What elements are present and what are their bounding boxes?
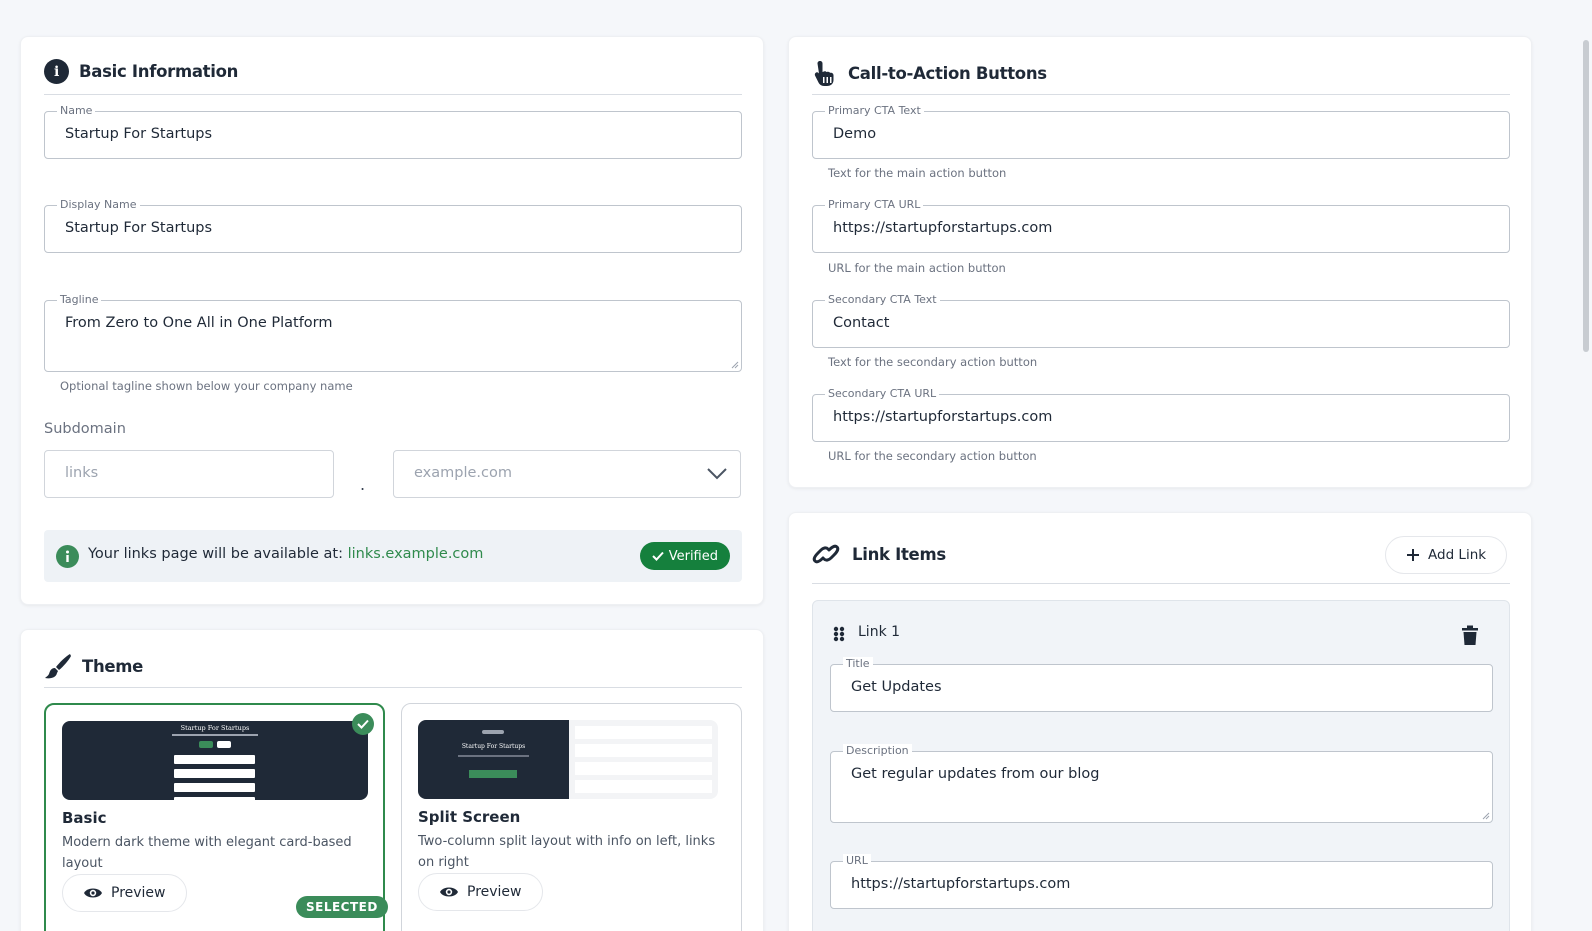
- primary-cta-text-value: Demo: [833, 126, 877, 142]
- section-title: Basic Information: [79, 62, 239, 81]
- primary-cta-text-field[interactable]: Primary CTA Text Demo: [812, 104, 1510, 159]
- secondary-cta-url-field[interactable]: Secondary CTA URL https://startupforstar…: [812, 387, 1510, 442]
- plus-icon: [1407, 549, 1419, 561]
- availability-url[interactable]: links.example.com: [348, 546, 484, 562]
- availability-text: Your links page will be available at: li…: [88, 546, 484, 562]
- selected-badge: SELECTED: [296, 896, 388, 918]
- check-icon: [652, 551, 664, 561]
- basic-information-header: i Basic Information: [44, 59, 238, 84]
- display-name-label: Display Name: [57, 198, 140, 212]
- info-icon: i: [44, 59, 69, 84]
- link-title-label: Title: [843, 657, 873, 671]
- theme-card: Theme Startup For Startups Basic Modern …: [20, 629, 764, 931]
- trash-icon[interactable]: [1461, 625, 1479, 646]
- primary-cta-text-label: Primary CTA Text: [825, 104, 924, 118]
- theme-option-basic[interactable]: Startup For Startups Basic Modern dark t…: [44, 703, 388, 931]
- secondary-cta-url-value: https://startupforstartups.com: [833, 409, 1053, 425]
- cta-card: Call-to-Action Buttons Primary CTA Text …: [788, 36, 1532, 488]
- resize-handle-icon[interactable]: [1482, 812, 1490, 820]
- section-title: Call-to-Action Buttons: [848, 63, 1047, 83]
- preview-button[interactable]: Preview: [418, 873, 543, 911]
- theme-option-split-screen[interactable]: Startup For Startups Split Screen Two-co…: [401, 703, 742, 931]
- drag-handle-icon[interactable]: [833, 626, 845, 642]
- display-name-value: Startup For Startups: [65, 220, 213, 236]
- secondary-cta-text-helper: Text for the secondary action button: [828, 355, 1038, 369]
- link-items-card: Link Items Add Link Link 1 Title Get Upd…: [788, 512, 1532, 931]
- secondary-cta-text-field[interactable]: Secondary CTA Text Contact: [812, 293, 1510, 348]
- theme-name: Split Screen: [418, 808, 521, 826]
- link-items-header: Link Items: [810, 541, 946, 567]
- tagline-field[interactable]: Tagline From Zero to One All in One Plat…: [44, 293, 742, 372]
- theme-header: Theme: [44, 652, 143, 680]
- subdomain-placeholder: links: [65, 465, 99, 481]
- section-title: Theme: [82, 656, 144, 676]
- secondary-cta-url-helper: URL for the secondary action button: [828, 449, 1037, 463]
- paint-brush-icon: [45, 654, 71, 679]
- subdomain-label: Subdomain: [44, 421, 126, 437]
- preview-button[interactable]: Preview: [62, 874, 187, 912]
- subdomain-separator: .: [360, 475, 366, 494]
- link-heading: Link 1: [858, 624, 901, 640]
- divider: [812, 94, 1510, 95]
- primary-cta-url-value: https://startupforstartups.com: [833, 220, 1053, 236]
- domain-select[interactable]: example.com: [393, 450, 741, 498]
- add-link-button[interactable]: Add Link: [1385, 536, 1508, 574]
- eye-icon: [84, 888, 102, 898]
- selected-check-icon: [352, 713, 374, 735]
- secondary-cta-url-label: Secondary CTA URL: [825, 387, 940, 401]
- verified-badge: Verified: [639, 542, 730, 570]
- theme-description: Modern dark theme with elegant card-base…: [62, 835, 352, 871]
- name-value: Startup For Startups: [65, 126, 213, 142]
- subdomain-input[interactable]: links: [44, 450, 334, 498]
- tagline-helper: Optional tagline shown below your compan…: [60, 379, 353, 393]
- primary-cta-url-field[interactable]: Primary CTA URL https://startupforstartu…: [812, 198, 1510, 253]
- eye-icon: [440, 887, 458, 897]
- link-description-label: Description: [843, 744, 912, 758]
- link-url-label: URL: [843, 854, 871, 868]
- scrollbar-thumb[interactable]: [1583, 40, 1589, 352]
- tagline-label: Tagline: [57, 293, 102, 307]
- secondary-cta-text-value: Contact: [833, 315, 890, 331]
- link-chain-icon: [812, 544, 840, 564]
- page-scrollbar[interactable]: [1580, 0, 1592, 931]
- name-field[interactable]: Name Startup For Startups: [44, 104, 742, 159]
- chevron-down-icon: [707, 468, 727, 480]
- link-description-value: Get regular updates from our blog: [851, 766, 1100, 782]
- resize-handle-icon[interactable]: [731, 361, 739, 369]
- divider: [812, 583, 1510, 584]
- theme-thumbnail: Startup For Startups: [62, 721, 368, 800]
- tagline-value: From Zero to One All in One Platform: [65, 315, 333, 331]
- divider: [44, 687, 742, 688]
- availability-bar: Your links page will be available at: li…: [44, 530, 742, 582]
- link-item: Link 1 Title Get Updates Description Get…: [812, 600, 1510, 931]
- primary-cta-url-label: Primary CTA URL: [825, 198, 924, 212]
- theme-description: Two-column split layout with info on lef…: [418, 834, 716, 870]
- link-description-field[interactable]: Description Get regular updates from our…: [830, 744, 1493, 823]
- link-title-field[interactable]: Title Get Updates: [830, 657, 1493, 712]
- domain-placeholder: example.com: [414, 465, 512, 481]
- theme-name: Basic: [62, 809, 107, 827]
- link-url-value: https://startupforstartups.com: [851, 876, 1071, 892]
- pointer-hand-icon: [814, 61, 834, 86]
- info-circle-icon: [56, 545, 79, 568]
- name-label: Name: [57, 104, 96, 118]
- theme-thumbnail: Startup For Startups: [418, 720, 718, 799]
- display-name-field[interactable]: Display Name Startup For Startups: [44, 198, 742, 253]
- link-url-field[interactable]: URL https://startupforstartups.com: [830, 854, 1493, 909]
- section-title: Link Items: [852, 544, 946, 564]
- primary-cta-url-helper: URL for the main action button: [828, 261, 1006, 275]
- link-title-value: Get Updates: [851, 679, 942, 695]
- primary-cta-text-helper: Text for the main action button: [828, 166, 1007, 180]
- cta-header: Call-to-Action Buttons: [812, 59, 1047, 87]
- divider: [44, 94, 742, 95]
- basic-information-card: i Basic Information Name Startup For Sta…: [20, 36, 764, 605]
- secondary-cta-text-label: Secondary CTA Text: [825, 293, 940, 307]
